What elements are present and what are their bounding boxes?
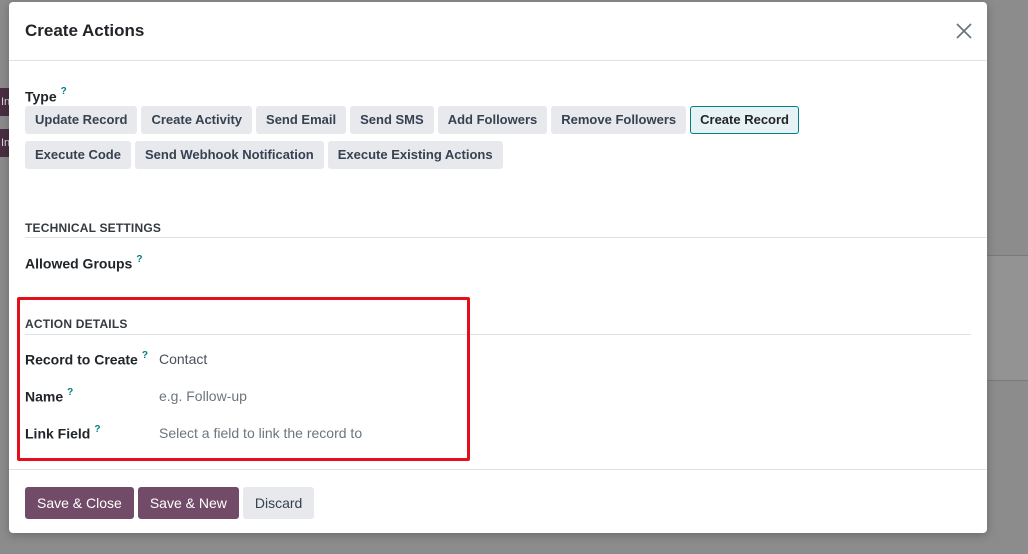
type-option-send-email[interactable]: Send Email — [256, 106, 347, 134]
type-option-create-record[interactable]: Create Record — [690, 106, 799, 134]
type-option-update-record[interactable]: Update Record — [25, 106, 138, 134]
type-option-execute-existing-actions[interactable]: Execute Existing Actions — [327, 141, 503, 169]
type-selector: Update Record Create Activity Send Email Se… — [25, 106, 905, 169]
allowed-groups-row: Allowed Groups? — [25, 254, 459, 272]
close-icon — [956, 23, 972, 39]
help-icon[interactable]: ? — [61, 86, 67, 97]
section-divider — [25, 334, 971, 335]
save-new-button[interactable]: Save & New — [137, 487, 239, 519]
link-field-row: Link Field? — [25, 424, 419, 442]
create-actions-dialog: Create Actions Type? Update Record Create… — [9, 2, 987, 533]
name-input[interactable] — [159, 388, 419, 405]
type-option-execute-code[interactable]: Execute Code — [25, 141, 131, 169]
type-option-remove-followers[interactable]: Remove Followers — [551, 106, 687, 134]
link-field-input[interactable] — [159, 425, 419, 442]
record-to-create-row: Record to Create? Contact — [25, 350, 207, 368]
name-label: Name? — [25, 387, 74, 405]
type-option-create-activity[interactable]: Create Activity — [141, 106, 253, 134]
section-title-technical-settings: TECHNICAL SETTINGS — [25, 221, 162, 235]
record-to-create-label: Record to Create? — [25, 350, 148, 368]
save-close-button[interactable]: Save & Close — [25, 487, 134, 519]
section-title-action-details: ACTION DETAILS — [25, 317, 128, 331]
background-chip: In — [0, 129, 9, 157]
name-row: Name? — [25, 387, 419, 405]
help-icon[interactable]: ? — [67, 387, 73, 398]
dialog-title: Create Actions — [25, 21, 145, 40]
help-icon[interactable]: ? — [94, 424, 100, 435]
allowed-groups-label: Allowed Groups? — [25, 253, 143, 272]
background-panel — [986, 255, 1028, 380]
type-option-send-webhook-notification[interactable]: Send Webhook Notification — [134, 141, 324, 169]
background-panel — [986, 380, 1028, 554]
dialog-footer: Save & Close Save & New Discard — [9, 469, 987, 533]
help-icon[interactable]: ? — [142, 350, 148, 361]
dialog-header: Create Actions — [9, 2, 987, 61]
section-divider — [25, 237, 987, 238]
type-option-send-sms[interactable]: Send SMS — [350, 106, 434, 134]
close-button[interactable] — [952, 19, 976, 43]
record-to-create-field[interactable]: Contact — [159, 351, 207, 367]
background-chip: In — [0, 88, 9, 116]
help-icon[interactable]: ? — [136, 254, 142, 265]
link-field-label: Link Field? — [25, 424, 101, 442]
discard-button[interactable]: Discard — [242, 487, 315, 519]
type-option-add-followers[interactable]: Add Followers — [437, 106, 548, 134]
allowed-groups-field[interactable] — [159, 254, 459, 272]
type-label: Type? — [25, 86, 67, 105]
